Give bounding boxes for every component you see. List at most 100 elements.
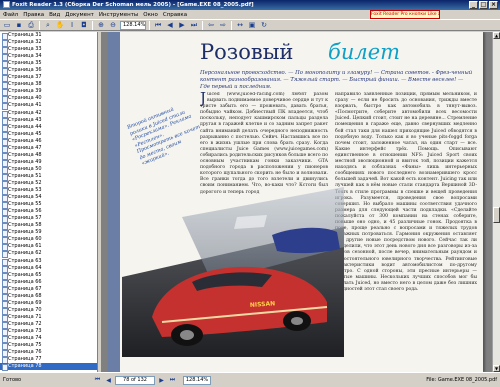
- bookmark-item[interactable]: Страница 63: [0, 258, 97, 266]
- fit-page-icon[interactable]: ▣: [247, 20, 257, 30]
- bookmark-item[interactable]: Страница 67: [0, 286, 97, 294]
- minimize-button[interactable]: _: [469, 1, 478, 9]
- bookmark-item[interactable]: Страница 45: [0, 131, 97, 139]
- menu-window[interactable]: Окно: [143, 12, 158, 18]
- print-icon[interactable]: ⎙: [26, 20, 36, 30]
- bookmark-item[interactable]: Страница 47: [0, 145, 97, 153]
- bookmark-item[interactable]: Страница 68: [0, 293, 97, 301]
- next-page-icon[interactable]: ▶: [177, 20, 187, 30]
- bookmark-item[interactable]: Страница 66: [0, 279, 97, 287]
- select-text-icon[interactable]: I: [67, 20, 77, 30]
- bookmark-item[interactable]: Страница 53: [0, 187, 97, 196]
- scroll-thumb[interactable]: [493, 207, 500, 223]
- article-column-2: направило заявленные позиции, прямым мел…: [335, 92, 477, 292]
- scroll-up-icon[interactable]: ▲: [493, 32, 500, 39]
- bookmark-item[interactable]: Страница 55: [0, 201, 97, 210]
- fit-width-icon[interactable]: ↔: [235, 20, 245, 30]
- last-page-icon[interactable]: ⏭: [189, 20, 199, 30]
- bookmark-item[interactable]: Страница 76: [0, 349, 97, 358]
- open-icon[interactable]: ▭: [2, 20, 12, 30]
- bookmark-item[interactable]: Страница 41: [0, 102, 97, 111]
- find-icon[interactable]: ⌕: [43, 20, 53, 30]
- status-bar: Готово ⏮ ◀ 78 of 132 ▶ ⏭ 128.14% File: G…: [0, 372, 500, 387]
- bookmark-item[interactable]: Страница 70: [0, 307, 97, 315]
- status-file: File: Game.EXE 08_2005.pdf: [426, 377, 497, 383]
- article-callout: Второй активный ролики в Juiced стали «Р…: [126, 106, 201, 167]
- bookmark-item[interactable]: Страница 32: [0, 39, 97, 48]
- back-icon[interactable]: ⇦: [206, 20, 216, 30]
- document-viewer[interactable]: Розовый билет Персональное провосходство…: [101, 32, 492, 372]
- bookmark-item[interactable]: Страница 46: [0, 138, 97, 146]
- bookmark-item[interactable]: Страница 48: [0, 152, 97, 160]
- bookmark-item[interactable]: Страница 59: [0, 229, 97, 238]
- zoom-out-icon[interactable]: ⊖: [108, 20, 118, 30]
- toolbar-separator: [202, 20, 203, 30]
- bookmark-item[interactable]: Страница 60: [0, 236, 97, 245]
- bookmark-item[interactable]: Страница 62: [0, 250, 97, 259]
- bookmark-item[interactable]: Страница 44: [0, 124, 97, 132]
- bookmark-item[interactable]: Страница 33: [0, 46, 97, 55]
- bookmark-item[interactable]: Страница 39: [0, 88, 97, 97]
- bookmark-item[interactable]: Страница 57: [0, 215, 97, 224]
- toolbar-separator: [92, 20, 93, 30]
- bookmark-item[interactable]: Страница 49: [0, 159, 97, 167]
- bookmark-item[interactable]: Страница 58: [0, 222, 97, 231]
- zoom-field[interactable]: 128.14%: [120, 20, 146, 30]
- page-number-field[interactable]: 78 of 132: [115, 375, 155, 385]
- bookmark-item[interactable]: Страница 43: [0, 117, 97, 125]
- bookmark-item[interactable]: Страница 74: [0, 335, 97, 344]
- menu-tools[interactable]: Инструменты: [99, 12, 138, 18]
- menu-file[interactable]: Файл: [3, 12, 18, 18]
- bookmark-item[interactable]: Страница 65: [0, 272, 97, 280]
- bookmark-item[interactable]: Страница 69: [0, 300, 97, 308]
- toolbar-separator: [149, 20, 150, 30]
- bookmark-item[interactable]: Страница 75: [0, 342, 97, 351]
- bookmarks-panel[interactable]: Страница 31 Страница 32 Страница 33 Страниц…: [0, 32, 98, 372]
- bookmark-item[interactable]: Страница 73: [0, 328, 97, 337]
- bookmark-item[interactable]: Страница 51: [0, 173, 97, 181]
- bookmark-item[interactable]: Страница 38: [0, 81, 97, 90]
- vertical-scrollbar[interactable]: ▲ ▼: [492, 32, 500, 372]
- bookmark-item[interactable]: Страница 34: [0, 53, 97, 62]
- menu-edit[interactable]: Правка: [23, 12, 44, 18]
- close-button[interactable]: ×: [489, 1, 498, 9]
- save-icon[interactable]: ▪: [14, 20, 24, 30]
- promo-banner[interactable]: Foxit Reader Pro кнопки Like a pro!: [370, 10, 440, 19]
- bookmark-item[interactable]: Страница 35: [0, 60, 97, 69]
- maximize-button[interactable]: □: [479, 1, 488, 9]
- page-navigation: ⏮ ◀ 78 of 132 ▶ ⏭: [93, 375, 177, 385]
- first-page-icon[interactable]: ⏮: [93, 376, 102, 385]
- forward-icon[interactable]: ⇨: [218, 20, 228, 30]
- hand-icon[interactable]: ✋: [55, 20, 65, 30]
- bookmark-item[interactable]: Страница 78: [0, 363, 97, 372]
- bookmark-item[interactable]: Страница 37: [0, 74, 97, 83]
- bookmark-item[interactable]: Страница 31: [0, 32, 97, 41]
- bookmark-item[interactable]: Страница 77: [0, 356, 97, 365]
- prev-page-icon[interactable]: ◀: [165, 20, 175, 30]
- bookmark-item[interactable]: Страница 61: [0, 243, 97, 252]
- bookmark-item[interactable]: Страница 64: [0, 265, 97, 273]
- menu-help[interactable]: Справка: [163, 12, 187, 18]
- next-page-icon[interactable]: ▶: [157, 376, 166, 385]
- bookmark-item[interactable]: Страница 50: [0, 166, 97, 174]
- bookmark-item[interactable]: Страница 36: [0, 67, 97, 76]
- status-ready: Готово: [3, 377, 22, 383]
- article-title-word2: билет: [328, 40, 401, 64]
- zoom-in-icon[interactable]: ⊕: [96, 20, 106, 30]
- menu-document[interactable]: Документ: [65, 12, 94, 18]
- bookmark-item[interactable]: Страница 71: [0, 314, 97, 322]
- bookmark-item[interactable]: Страница 72: [0, 321, 97, 329]
- snapshot-icon[interactable]: ◘: [79, 20, 89, 30]
- bookmark-item[interactable]: Страница 54: [0, 194, 97, 203]
- first-page-icon[interactable]: ⏮: [153, 20, 163, 30]
- status-zoom[interactable]: 128.14%: [183, 375, 211, 385]
- menu-view[interactable]: Вид: [49, 12, 60, 18]
- bookmark-item[interactable]: Страница 40: [0, 95, 97, 104]
- scroll-down-icon[interactable]: ▼: [493, 365, 500, 372]
- bookmark-item[interactable]: Страница 56: [0, 208, 97, 217]
- bookmark-item[interactable]: Страница 52: [0, 180, 97, 189]
- bookmark-item[interactable]: Страница 42: [0, 110, 97, 118]
- rotate-icon[interactable]: ↻: [259, 20, 269, 30]
- prev-page-icon[interactable]: ◀: [104, 376, 113, 385]
- last-page-icon[interactable]: ⏭: [168, 376, 177, 385]
